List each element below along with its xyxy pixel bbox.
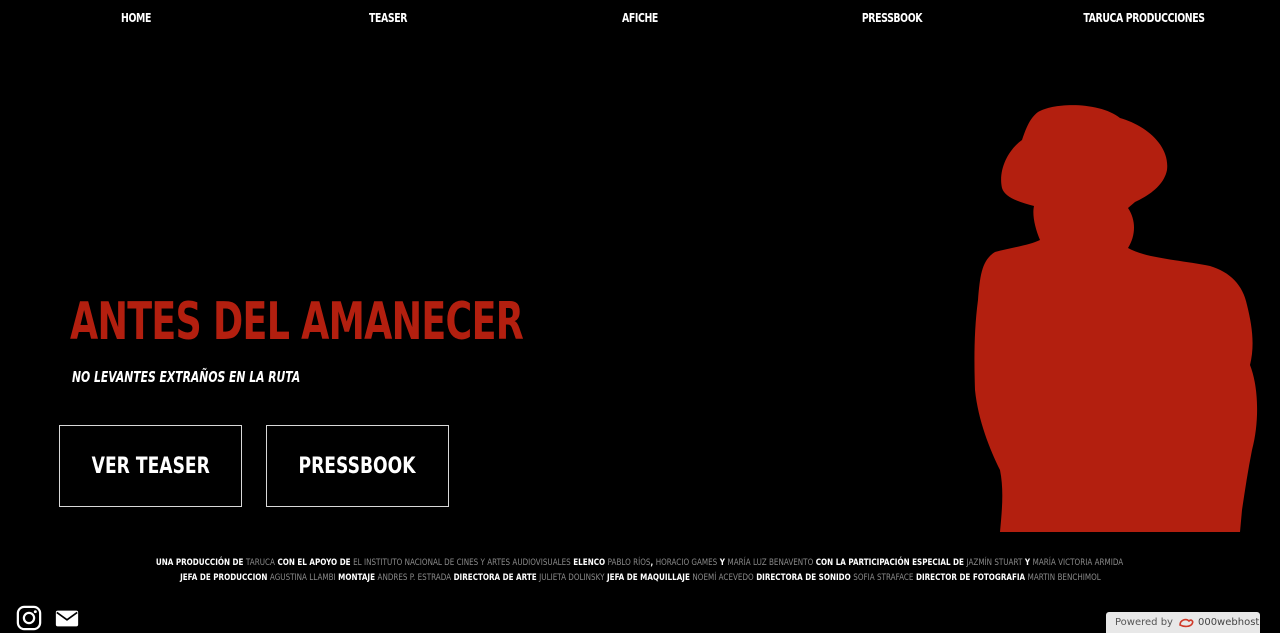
credit-name: NOEMÍ ACEVEDO (691, 573, 754, 583)
movie-tagline: NO LEVANTES EXTRAÑOS EN LA RUTA (72, 368, 301, 386)
credit-role: UNA PRODUCCIÓN DE (156, 558, 247, 568)
pressbook-button[interactable]: PRESSBOOK (266, 425, 449, 507)
ver-teaser-button-label: VER TEASER (91, 453, 210, 479)
credit-role: DIRECTOR DE FOTOGRAFIA (913, 573, 1028, 583)
credit-name: TARUCA (246, 558, 276, 568)
man-with-hat-silhouette (974, 105, 1258, 532)
nav-item-taruca-producciones[interactable]: TARUCA PRODUCCIONES (1083, 11, 1205, 25)
credit-role: MONTAJE (335, 573, 378, 583)
credit-name: MARÍA VICTORIA ARMIDA (1033, 558, 1124, 568)
pressbook-button-label: PRESSBOOK (298, 453, 416, 479)
credit-name: SOFIA STRAFACE (852, 573, 914, 583)
credit-role: DIRECTORA DE ARTE (450, 573, 539, 583)
powered-by-brand: 000webhost (1197, 617, 1260, 628)
credit-name: ANDRES P. ESTRADA (377, 573, 451, 583)
nav-item-teaser[interactable]: TEASER (369, 11, 407, 25)
credits-line-1: UNA PRODUCCIÓN DE TARUCA CON EL APOYO DE… (0, 558, 1280, 568)
credit-role: CON LA PARTICIPACIÓN ESPECIAL DE (813, 558, 967, 568)
credit-role: JEFA DE PRODUCCION (179, 573, 270, 583)
page: HOME TEASER AFICHE PRESSBOOK TARUCA PROD… (0, 0, 1280, 633)
credit-role: CON EL APOYO DE (275, 558, 354, 568)
nav-item-afiche[interactable]: AFICHE (622, 11, 658, 25)
nav-item-home[interactable]: HOME (121, 11, 151, 25)
powered-by-badge[interactable]: Powered by 000webhost (1106, 612, 1260, 633)
credit-role: ELENCO (571, 558, 609, 568)
credit-name: MARTIN BENCHIMOL (1027, 573, 1101, 583)
credit-role: JEFA DE MAQUILLAJE (604, 573, 692, 583)
nav-item-pressbook[interactable]: PRESSBOOK (862, 11, 923, 25)
credit-name: MARÍA LUZ BENAVENTO (727, 558, 814, 568)
movie-title: ANTES DEL AMANECER (70, 292, 524, 352)
credit-name: JAZMÍN STUART (966, 558, 1023, 568)
credit-name: AGUSTINA LLAMBI (269, 573, 336, 583)
credit-role: Y (1022, 558, 1034, 568)
credits-line-2: JEFA DE PRODUCCION AGUSTINA LLAMBI MONTA… (0, 573, 1280, 583)
credits-line-1-text: UNA PRODUCCIÓN DE TARUCA CON EL APOYO DE… (156, 558, 1123, 568)
credit-name: EL INSTITUTO NACIONAL DE CINES Y ARTES A… (353, 558, 572, 568)
mail-icon[interactable] (53, 605, 81, 631)
credit-role: DIRECTORA DE SONIDO (753, 573, 853, 583)
webhost-logo-icon (1179, 618, 1194, 627)
top-nav: HOME TEASER AFICHE PRESSBOOK TARUCA PROD… (0, 0, 1280, 38)
credit-name: JULIETA DOLINSKY (538, 573, 605, 583)
credits-line-2-text: JEFA DE PRODUCCION AGUSTINA LLAMBI MONTA… (180, 573, 1101, 583)
powered-by-label: Powered by (1115, 617, 1173, 628)
ver-teaser-button[interactable]: VER TEASER (59, 425, 242, 507)
credit-name: HORACIO GAMES (656, 558, 718, 568)
credit-name: PABLO RÍOS (608, 558, 651, 568)
instagram-icon[interactable] (15, 605, 43, 631)
